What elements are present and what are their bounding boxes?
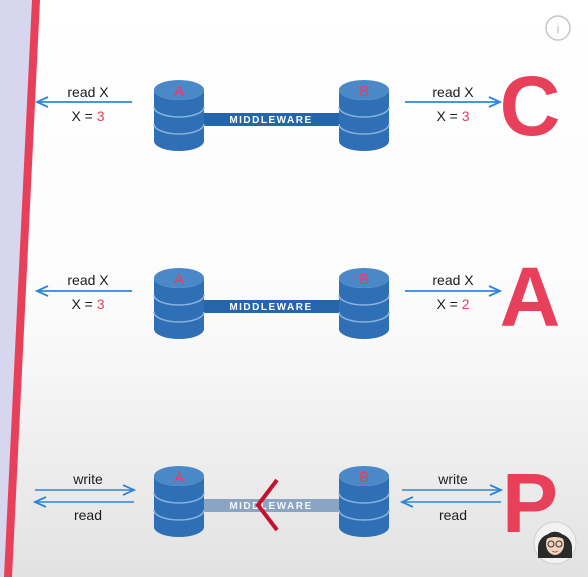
person-avatar-icon bbox=[533, 521, 577, 565]
database-b: B bbox=[338, 80, 390, 151]
svg-text:A: A bbox=[174, 83, 184, 100]
middleware-label: MIDDLEWARE bbox=[229, 115, 312, 126]
left-label-bottom: X = 3 bbox=[71, 296, 104, 312]
right-label-top: read X bbox=[432, 272, 474, 288]
left-label-top: read X bbox=[67, 84, 109, 100]
row-partition-tolerance: write read MIDDLEWARE A B write read P bbox=[35, 456, 558, 550]
left-label-top: read X bbox=[67, 272, 109, 288]
middleware-label: MIDDLEWARE bbox=[229, 302, 312, 313]
right-label-bottom: X = 3 bbox=[436, 108, 469, 124]
row-consistency: read X X = 3 MIDDLEWARE A B read X X = 3… bbox=[37, 59, 560, 153]
right-label-bottom: X = 2 bbox=[436, 296, 469, 312]
database-a: A bbox=[153, 466, 205, 537]
svg-text:A: A bbox=[174, 271, 184, 288]
database-b: B bbox=[338, 268, 390, 339]
right-label-bottom: read bbox=[439, 507, 467, 523]
database-b: B bbox=[338, 466, 390, 537]
database-a: A bbox=[153, 268, 205, 339]
svg-text:B: B bbox=[359, 271, 369, 288]
left-label-bottom: X = 3 bbox=[71, 108, 104, 124]
database-a: A bbox=[153, 80, 205, 151]
left-label-bottom: read bbox=[74, 507, 102, 523]
svg-text:i: i bbox=[556, 21, 559, 37]
cap-letter-c: C bbox=[500, 59, 561, 153]
left-label-top: write bbox=[72, 471, 103, 487]
right-label-top: write bbox=[437, 471, 468, 487]
svg-text:B: B bbox=[359, 83, 369, 100]
row-availability: read X X = 3 MIDDLEWARE A B read X X = 2… bbox=[37, 250, 560, 344]
middleware-label: MIDDLEWARE bbox=[229, 501, 312, 512]
info-icon[interactable]: i bbox=[545, 15, 571, 41]
right-label-top: read X bbox=[432, 84, 474, 100]
cap-letter-a: A bbox=[500, 250, 561, 344]
svg-text:B: B bbox=[359, 469, 369, 486]
svg-text:A: A bbox=[174, 469, 184, 486]
cap-diagram: i read X X = 3 MIDDLEWARE A B read X X =… bbox=[0, 0, 577, 577]
